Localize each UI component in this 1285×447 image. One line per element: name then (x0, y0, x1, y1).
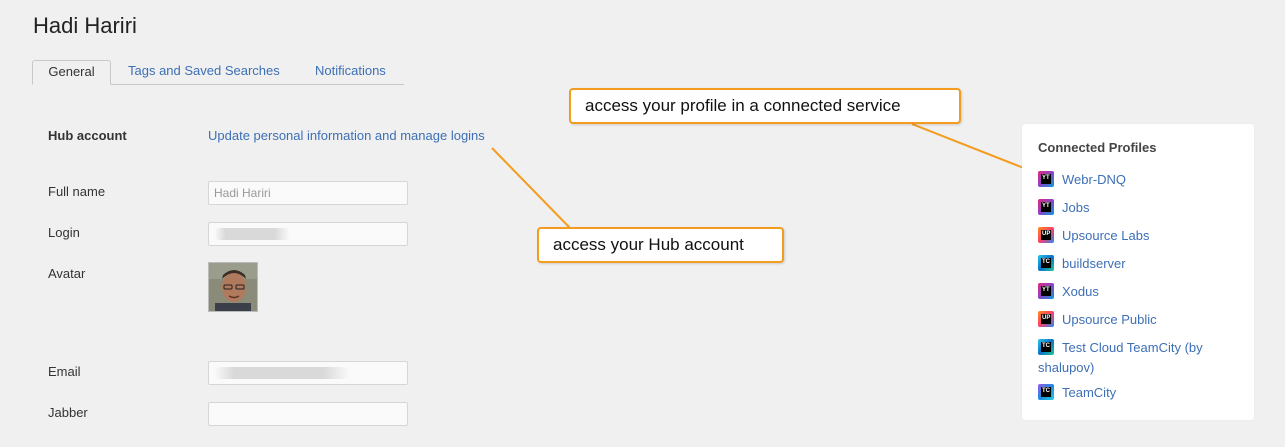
youtrack-icon: YT (1038, 283, 1054, 299)
tab-tags-and-saved-searches[interactable]: Tags and Saved Searches (128, 60, 280, 84)
youtrack-icon: YT (1038, 199, 1054, 215)
page-title: Hadi Hariri (33, 13, 137, 38)
profile-link-upsource-public[interactable]: UP Upsource Public (1038, 310, 1238, 330)
upsource-icon: UP (1038, 227, 1054, 243)
hub-account-link[interactable]: Update personal information and manage l… (208, 128, 485, 143)
jabber-field[interactable] (208, 402, 408, 426)
profile-link-teamcity[interactable]: TC TeamCity (1038, 383, 1238, 403)
email-label: Email (48, 364, 81, 379)
email-redaction (214, 367, 350, 379)
avatar-label: Avatar (48, 266, 86, 281)
profile-link-jobs[interactable]: YT Jobs (1038, 198, 1238, 218)
login-redaction (214, 228, 290, 240)
profile-link-buildserver[interactable]: TC buildserver (1038, 254, 1238, 274)
hub-account-label: Hub account (48, 128, 127, 143)
jabber-label: Jabber (48, 405, 88, 420)
full-name-label: Full name (48, 184, 106, 199)
upsource-icon: UP (1038, 311, 1054, 327)
tab-bar: General Tags and Saved Searches Notifica… (32, 60, 404, 85)
connected-profiles-title: Connected Profiles (1038, 140, 1157, 155)
teamcity-icon: TC (1038, 339, 1054, 355)
avatar-photo (209, 263, 257, 311)
connected-profiles-panel: Connected Profiles YT Webr-DNQ YT Jobs UP U… (1022, 124, 1254, 420)
profile-link-webr-dnq[interactable]: YT Webr-DNQ (1038, 170, 1238, 190)
teamcity-icon: TC (1038, 384, 1054, 400)
hub-callout-line (491, 147, 571, 229)
tab-general[interactable]: General (32, 60, 111, 85)
tab-notifications[interactable]: Notifications (315, 60, 386, 84)
full-name-field[interactable] (208, 181, 408, 205)
avatar[interactable] (208, 262, 258, 312)
profile-link-test-cloud-teamcity[interactable]: TC Test Cloud TeamCity (by shalupov) (1038, 338, 1238, 378)
callout-profile: access your profile in a connected servi… (569, 88, 961, 124)
profile-link-upsource-labs[interactable]: UP Upsource Labs (1038, 226, 1238, 246)
login-label: Login (48, 225, 80, 240)
teamcity-icon: TC (1038, 255, 1054, 271)
youtrack-icon: YT (1038, 171, 1054, 187)
callout-hub-account: access your Hub account (537, 227, 784, 263)
profile-link-xodus[interactable]: YT Xodus (1038, 282, 1238, 302)
